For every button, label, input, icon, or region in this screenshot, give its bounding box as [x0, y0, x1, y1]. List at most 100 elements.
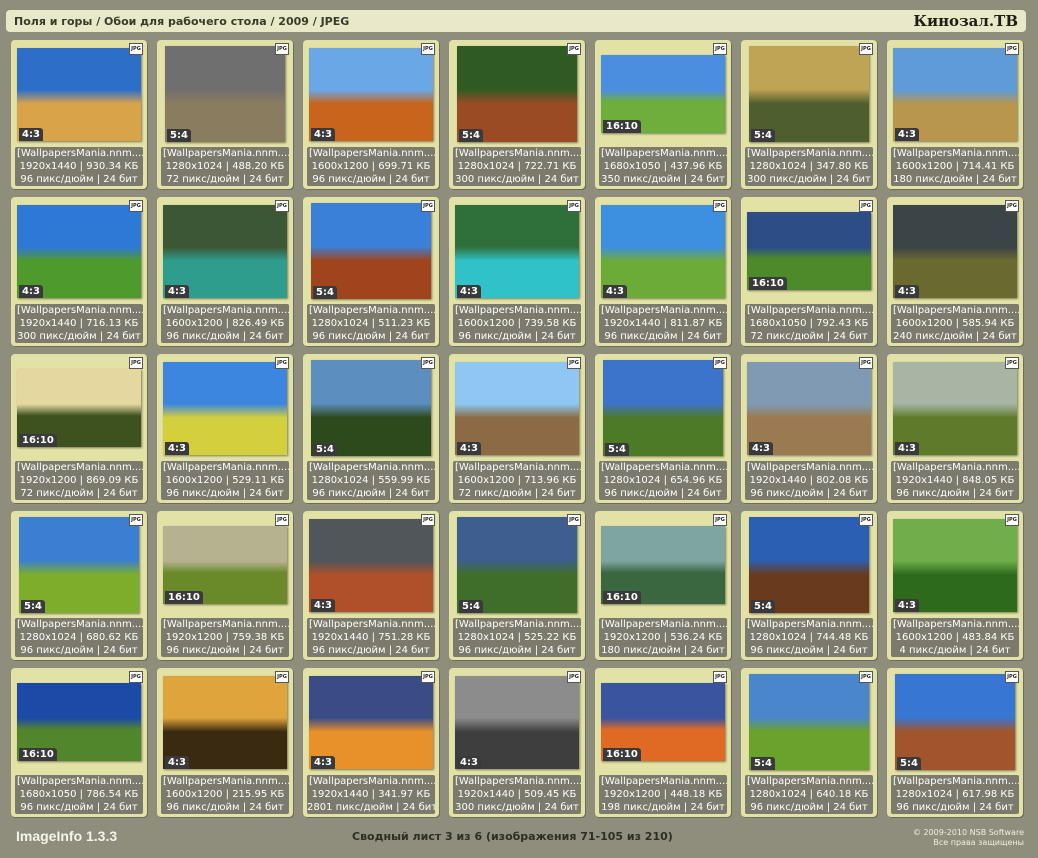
- thumbnail-image[interactable]: 16:10: [17, 683, 141, 761]
- thumbnail-frame: 5:4: [745, 515, 873, 615]
- thumbnail-card[interactable]: 4:3 JPG [WallpapersMania.nnm.... 1920x1440 …: [11, 197, 147, 346]
- thumbnail-image[interactable]: 16:10: [601, 55, 725, 133]
- thumbnail-card[interactable]: 4:3 JPG [WallpapersMania.nnm.... 1920x1440 …: [595, 197, 731, 346]
- thumbnail-image[interactable]: 5:4: [457, 517, 577, 613]
- thumbnail-card[interactable]: 4:3 JPG [WallpapersMania.nnm.... 1920x1440 …: [303, 511, 439, 660]
- thumbnail-image[interactable]: 4:3: [747, 361, 871, 455]
- thumbnail-image[interactable]: 4:3: [17, 47, 141, 141]
- thumbnail-frame: 4:3: [891, 515, 1019, 615]
- thumbnail-card[interactable]: 16:10 JPG [WallpapersMania.nnm.... 1680x105…: [595, 40, 731, 189]
- jpg-file-icon: JPG: [567, 200, 581, 212]
- thumbnail-image[interactable]: 5:4: [749, 517, 869, 613]
- thumbnail-card[interactable]: 16:10 JPG [WallpapersMania.nnm.... 1680x105…: [741, 197, 877, 346]
- thumbnail-card[interactable]: 4:3 JPG [WallpapersMania.nnm.... 1600x1200 …: [887, 511, 1023, 660]
- thumbnail-frame: 4:3: [891, 358, 1019, 458]
- file-name: [WallpapersMania.nnm....: [17, 619, 143, 630]
- image-info: [WallpapersMania.nnm.... 1280x1024 | 488.…: [161, 147, 289, 186]
- file-name: [WallpapersMania.nnm....: [163, 148, 289, 159]
- file-name: [WallpapersMania.nnm....: [893, 148, 1019, 159]
- thumbnail-image[interactable]: 4:3: [455, 675, 579, 769]
- image-info: [WallpapersMania.nnm.... 1920x1200 | 536.…: [599, 618, 727, 657]
- thumbnail-image[interactable]: 4:3: [163, 675, 287, 769]
- thumbnail-card[interactable]: 4:3 JPG [WallpapersMania.nnm.... 1600x1200 …: [157, 668, 293, 817]
- thumbnail-card[interactable]: 4:3 JPG [WallpapersMania.nnm.... 1600x1200 …: [157, 197, 293, 346]
- image-dimensions: 1680x1050 | 786.54 КБ: [19, 789, 139, 800]
- thumbnail-image[interactable]: 5:4: [165, 46, 285, 142]
- thumbnail-card[interactable]: 5:4 JPG [WallpapersMania.nnm.... 1280x1024 …: [741, 511, 877, 660]
- thumbnail-image[interactable]: 16:10: [601, 683, 725, 761]
- aspect-ratio-badge: 4:3: [603, 284, 627, 298]
- image-info: [WallpapersMania.nnm.... 1920x1440 | 848.…: [891, 461, 1019, 500]
- thumbnail-image[interactable]: 5:4: [311, 203, 431, 299]
- thumbnail-image[interactable]: 4:3: [893, 518, 1017, 612]
- jpg-file-icon: JPG: [859, 671, 873, 683]
- thumbnail-image[interactable]: 4:3: [163, 204, 287, 298]
- image-info: [WallpapersMania.nnm.... 1920x1200 | 759.…: [161, 618, 289, 657]
- thumbnail-image[interactable]: 4:3: [601, 204, 725, 298]
- thumbnail-image[interactable]: 4:3: [163, 361, 287, 455]
- thumbnail-image[interactable]: 4:3: [309, 675, 433, 769]
- thumbnail-image[interactable]: 5:4: [311, 360, 431, 456]
- thumbnail-card[interactable]: 5:4 JPG [WallpapersMania.nnm.... 1280x1024 …: [157, 40, 293, 189]
- thumbnail-card[interactable]: 5:4 JPG [WallpapersMania.nnm.... 1280x1024 …: [449, 40, 585, 189]
- image-dimensions: 1600x1200 | 699.71 КБ: [311, 161, 431, 172]
- file-name: [WallpapersMania.nnm....: [17, 776, 143, 787]
- thumbnail-card[interactable]: 4:3 JPG [WallpapersMania.nnm.... 1920x1440 …: [741, 354, 877, 503]
- thumbnail-card[interactable]: 4:3 JPG [WallpapersMania.nnm.... 1920x1440 …: [11, 40, 147, 189]
- thumbnail-card[interactable]: 4:3 JPG [WallpapersMania.nnm.... 1600x1200 …: [449, 354, 585, 503]
- thumbnail-card[interactable]: 5:4 JPG [WallpapersMania.nnm.... 1280x1024 …: [741, 668, 877, 817]
- thumbnail-card[interactable]: 4:3 JPG [WallpapersMania.nnm.... 1920x1440 …: [449, 668, 585, 817]
- thumbnail-card[interactable]: 4:3 JPG [WallpapersMania.nnm.... 1920x1440 …: [887, 354, 1023, 503]
- thumbnail-image[interactable]: 5:4: [603, 360, 723, 456]
- thumbnail-frame: 4:3: [891, 201, 1019, 301]
- thumbnail-card[interactable]: 5:4 JPG [WallpapersMania.nnm.... 1280x1024 …: [303, 197, 439, 346]
- file-name: [WallpapersMania.nnm....: [309, 776, 435, 787]
- thumbnail-card[interactable]: 5:4 JPG [WallpapersMania.nnm.... 1280x1024 …: [303, 354, 439, 503]
- thumbnail-image[interactable]: 4:3: [17, 204, 141, 298]
- thumbnail-image[interactable]: 16:10: [163, 526, 287, 604]
- thumbnail-image[interactable]: 4:3: [893, 204, 1017, 298]
- thumbnail-card[interactable]: 5:4 JPG [WallpapersMania.nnm.... 1280x1024 …: [741, 40, 877, 189]
- thumbnail-card[interactable]: 5:4 JPG [WallpapersMania.nnm.... 1280x1024 …: [11, 511, 147, 660]
- thumbnail-card[interactable]: 5:4 JPG [WallpapersMania.nnm.... 1280x1024 …: [887, 668, 1023, 817]
- thumbnail-image[interactable]: 4:3: [893, 361, 1017, 455]
- image-resolution: 96 пикс/дюйм | 24 бит: [750, 488, 868, 499]
- thumbnail-card[interactable]: 4:3 JPG [WallpapersMania.nnm.... 1600x1200 …: [887, 40, 1023, 189]
- thumbnail-image[interactable]: 4:3: [309, 518, 433, 612]
- thumbnail-card[interactable]: 16:10 JPG [WallpapersMania.nnm.... 1920x120…: [595, 668, 731, 817]
- thumbnail-card[interactable]: 4:3 JPG [WallpapersMania.nnm.... 1600x1200 …: [157, 354, 293, 503]
- thumbnail-image[interactable]: 5:4: [19, 517, 139, 613]
- thumbnail-frame: 4:3: [307, 672, 435, 772]
- thumbnail-image[interactable]: 4:3: [455, 361, 579, 455]
- thumbnail-image[interactable]: 4:3: [455, 204, 579, 298]
- thumbnail-image[interactable]: 5:4: [749, 46, 869, 142]
- thumbnail-image[interactable]: 5:4: [457, 46, 577, 142]
- thumbnail-image[interactable]: 4:3: [309, 47, 433, 141]
- thumbnail-image[interactable]: 16:10: [17, 369, 141, 447]
- thumbnail-image[interactable]: 4:3: [893, 47, 1017, 141]
- aspect-ratio-badge: 5:4: [313, 443, 337, 456]
- image-dimensions: 1920x1200 | 869.09 КБ: [19, 475, 139, 486]
- thumbnail-card[interactable]: 16:10 JPG [WallpapersMania.nnm.... 1920x120…: [595, 511, 731, 660]
- image-resolution: 96 пикс/дюйм | 24 бит: [896, 488, 1014, 499]
- thumbnail-card[interactable]: 5:4 JPG [WallpapersMania.nnm.... 1280x1024 …: [449, 511, 585, 660]
- thumbnail-card[interactable]: 16:10 JPG [WallpapersMania.nnm.... 1920x120…: [11, 354, 147, 503]
- thumbnail-image[interactable]: 16:10: [601, 526, 725, 604]
- thumbnail-card[interactable]: 5:4 JPG [WallpapersMania.nnm.... 1280x1024 …: [595, 354, 731, 503]
- thumbnail-image[interactable]: 5:4: [895, 674, 1015, 770]
- aspect-ratio-badge: 4:3: [457, 755, 481, 769]
- thumbnail-card[interactable]: 4:3 JPG [WallpapersMania.nnm.... 1600x1200 …: [303, 40, 439, 189]
- thumbnail-image[interactable]: 16:10: [747, 212, 871, 290]
- thumbnail-card[interactable]: 4:3 JPG [WallpapersMania.nnm.... 1600x1200 …: [887, 197, 1023, 346]
- thumbnail-frame: 4:3: [161, 672, 289, 772]
- thumbnail-image[interactable]: 5:4: [749, 674, 869, 770]
- thumbnail-card[interactable]: 16:10 JPG [WallpapersMania.nnm.... 1920x120…: [157, 511, 293, 660]
- image-resolution: 198 пикс/дюйм | 24 бит: [601, 802, 725, 813]
- thumbnail-card[interactable]: 4:3 JPG [WallpapersMania.nnm.... 1600x1200 …: [449, 197, 585, 346]
- thumbnail-card[interactable]: 16:10 JPG [WallpapersMania.nnm.... 1680x105…: [11, 668, 147, 817]
- image-info: [WallpapersMania.nnm.... 1920x1440 | 811.…: [599, 304, 727, 343]
- image-dimensions: 1600x1200 | 483.84 КБ: [895, 632, 1015, 643]
- jpg-file-icon: JPG: [275, 514, 289, 526]
- thumbnail-frame: 5:4: [15, 515, 143, 615]
- thumbnail-card[interactable]: 4:3 JPG [WallpapersMania.nnm.... 1920x1440 …: [303, 668, 439, 817]
